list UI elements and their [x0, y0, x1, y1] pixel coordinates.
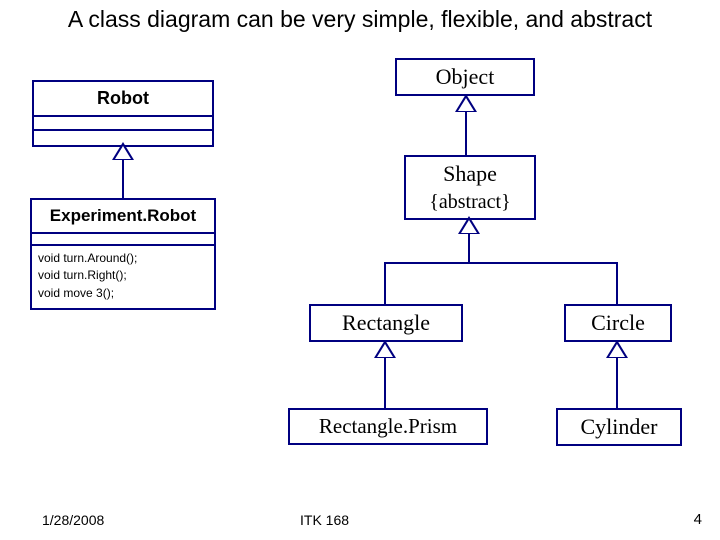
class-rectangle-name: Rectangle	[311, 306, 461, 340]
class-robot-name: Robot	[34, 82, 212, 115]
footer-course: ITK 168	[300, 512, 349, 528]
class-circle: Circle	[564, 304, 672, 342]
connector-line	[616, 358, 618, 408]
inherit-arrow-icon	[112, 142, 134, 160]
class-object-name: Object	[397, 60, 533, 94]
class-shape-name: Shape	[406, 157, 534, 191]
class-experiment-robot-ops: void turn.Around(); void turn.Right(); v…	[32, 244, 214, 308]
class-shape-constraint: {abstract}	[406, 191, 534, 218]
class-robot-attrs	[34, 115, 212, 129]
connector-line	[384, 262, 386, 304]
class-rectangle-prism: Rectangle.Prism	[288, 408, 488, 445]
class-experiment-robot-attrs	[32, 232, 214, 244]
footer-date: 1/28/2008	[42, 512, 104, 528]
class-cylinder: Cylinder	[556, 408, 682, 446]
inherit-arrow-icon	[606, 340, 628, 358]
slide-title: A class diagram can be very simple, flex…	[0, 6, 720, 34]
class-shape: Shape {abstract}	[404, 155, 536, 220]
class-rectangle: Rectangle	[309, 304, 463, 342]
connector-line	[468, 234, 470, 262]
inherit-arrow-icon	[458, 216, 480, 234]
class-object: Object	[395, 58, 535, 96]
class-experiment-robot: Experiment.Robot void turn.Around(); voi…	[30, 198, 216, 310]
class-circle-name: Circle	[566, 306, 670, 340]
connector-line	[465, 112, 467, 155]
footer-page-number: 4	[694, 511, 702, 528]
class-cylinder-name: Cylinder	[558, 410, 680, 444]
inherit-arrow-icon	[374, 340, 396, 358]
connector-line	[616, 262, 618, 304]
class-experiment-robot-name: Experiment.Robot	[32, 200, 214, 232]
connector-line	[122, 160, 124, 198]
inherit-arrow-icon	[455, 94, 477, 112]
class-rectangle-prism-name: Rectangle.Prism	[290, 410, 486, 443]
class-robot: Robot	[32, 80, 214, 147]
connector-line	[384, 358, 386, 408]
connector-line	[384, 262, 618, 264]
